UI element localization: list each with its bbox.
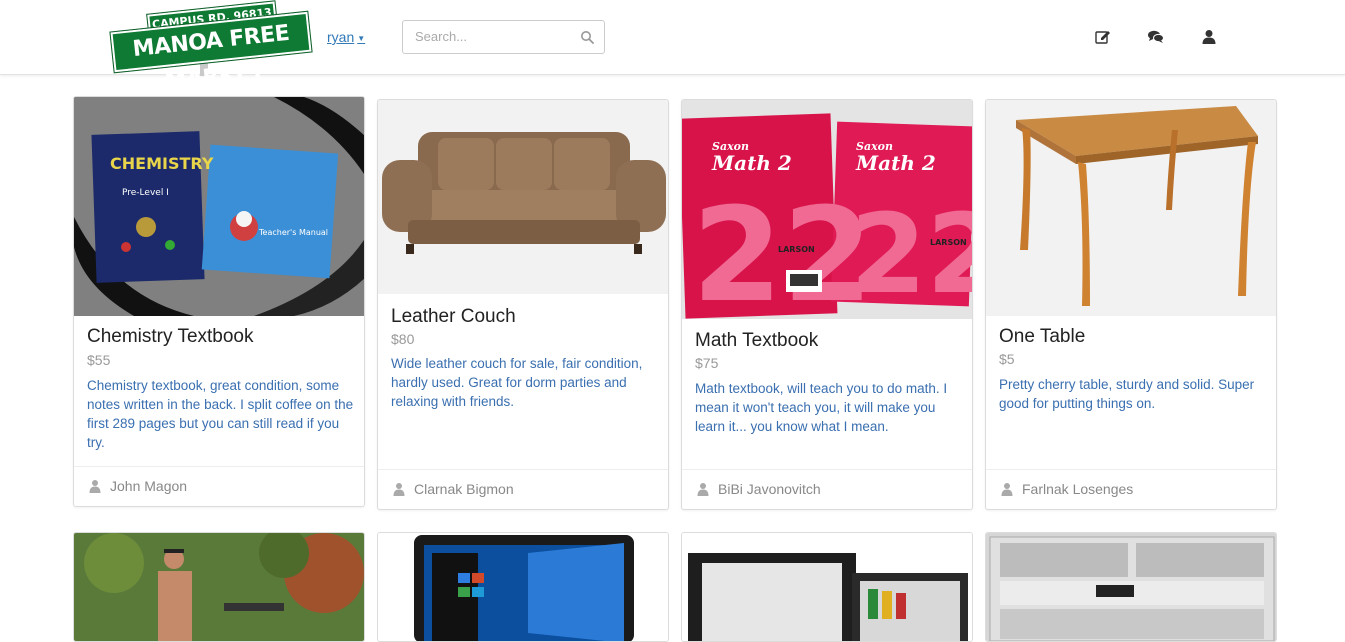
listing-card[interactable]: CHEMISTRY Pre-Level I Teacher's Manual C… xyxy=(73,96,365,507)
listing-image-mini-fridge[interactable] xyxy=(682,533,973,642)
math-title-right: Math 2 xyxy=(855,151,936,175)
listing-price: $80 xyxy=(391,331,415,347)
search-input[interactable] xyxy=(415,29,575,44)
listing-description: Chemistry textbook, great condition, som… xyxy=(87,378,354,450)
seller-name[interactable]: BiBi Javonovitch xyxy=(718,481,821,497)
listing-price: $55 xyxy=(87,352,111,368)
svg-text:22: 22 xyxy=(850,190,972,318)
listing-description: Pretty cherry table, sturdy and solid. S… xyxy=(999,377,1255,411)
user-menu-dropdown[interactable]: ryan ▼ xyxy=(327,29,365,45)
seller-name[interactable]: Clarnak Bigmon xyxy=(414,481,514,497)
chem-cover-level: Pre-Level I xyxy=(122,188,169,198)
listing-image-brown-couch[interactable] xyxy=(378,100,668,294)
seller-name[interactable]: John Magon xyxy=(110,478,187,494)
listing-card[interactable]: One Table $5 Pretty cherry table, sturdy… xyxy=(985,99,1277,510)
listing-image-air-conditioner[interactable] xyxy=(986,533,1277,642)
listing-description: Wide leather couch for sale, fair condit… xyxy=(391,356,643,409)
math-publisher-left: LARSON xyxy=(778,245,815,254)
listing-image-chemistry-books[interactable]: CHEMISTRY Pre-Level I Teacher's Manual xyxy=(74,97,364,316)
seller-name[interactable]: Farlnak Losenges xyxy=(1022,481,1133,497)
top-navbar: CAMPUS RD. 96813 ▸ MANOA FREE MARKET rya… xyxy=(0,0,1345,95)
listing-footer: John Magon xyxy=(74,466,364,506)
seller-user-icon xyxy=(393,483,405,496)
listing-footer: BiBi Javonovitch xyxy=(682,469,972,509)
search-box[interactable] xyxy=(402,20,605,54)
listing-image-laptop[interactable] xyxy=(378,533,669,642)
chem-manual-text: Teacher's Manual xyxy=(258,228,328,237)
site-logo[interactable]: CAMPUS RD. 96813 ▸ MANOA FREE MARKET xyxy=(109,0,313,95)
listing-card[interactable] xyxy=(985,532,1277,642)
listing-title[interactable]: Math Textbook xyxy=(695,330,818,352)
listing-price: $5 xyxy=(999,351,1015,367)
listing-title[interactable]: One Table xyxy=(999,326,1085,348)
listing-footer: Clarnak Bigmon xyxy=(378,469,668,509)
listing-price: $75 xyxy=(695,355,719,371)
listing-image-saxon-math-books[interactable]: Saxon Math 2 22 Saxon Math 2 22 LARSON L… xyxy=(682,100,972,319)
listing-card[interactable] xyxy=(681,532,973,642)
listing-card[interactable] xyxy=(73,532,365,642)
math-publisher-right: LARSON xyxy=(930,238,967,247)
seller-user-icon xyxy=(697,483,709,496)
listing-description: Math textbook, will teach you to do math… xyxy=(695,381,948,434)
seller-user-icon xyxy=(89,480,101,493)
user-name: ryan xyxy=(327,29,355,45)
listing-title[interactable]: Chemistry Textbook xyxy=(87,326,254,348)
listing-card[interactable]: Saxon Math 2 22 Saxon Math 2 22 LARSON L… xyxy=(681,99,973,510)
listing-image-cherry-table[interactable] xyxy=(986,100,1276,316)
street-sign-main: MANOA FREE MARKET xyxy=(109,10,313,95)
listing-image-outdoor-person[interactable] xyxy=(74,533,365,642)
listing-title[interactable]: Leather Couch xyxy=(391,306,516,328)
chem-cover-title: CHEMISTRY xyxy=(110,154,214,173)
chat-icon[interactable] xyxy=(1147,28,1165,46)
math-title-left: Math 2 xyxy=(711,151,792,175)
edit-icon[interactable] xyxy=(1094,28,1112,46)
listing-card[interactable] xyxy=(377,532,669,642)
listing-card[interactable]: Leather Couch $80 Wide leather couch for… xyxy=(377,99,669,510)
search-icon[interactable] xyxy=(580,30,594,44)
listing-footer: Farlnak Losenges xyxy=(986,469,1276,509)
caret-down-icon: ▼ xyxy=(357,33,366,43)
user-icon[interactable] xyxy=(1200,28,1218,46)
seller-user-icon xyxy=(1001,483,1013,496)
